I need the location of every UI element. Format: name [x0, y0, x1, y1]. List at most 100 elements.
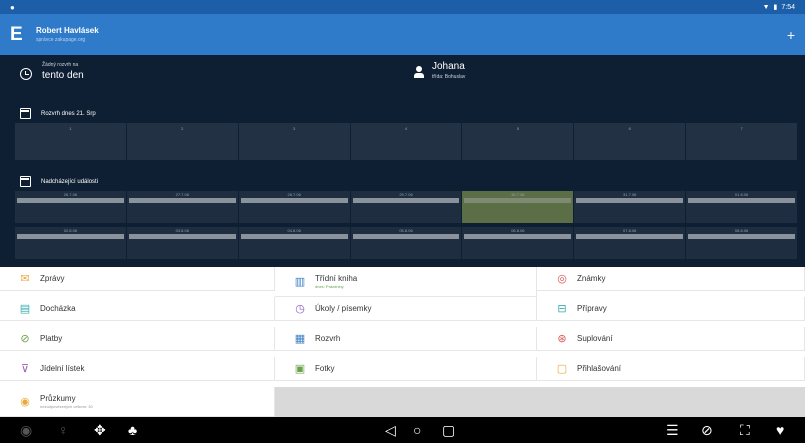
- menu-item-fotky[interactable]: ▣ Fotky: [275, 357, 537, 381]
- grid-icon: ▦: [294, 332, 306, 345]
- event-bar: [464, 234, 572, 239]
- event-cell[interactable]: 26.7.06: [15, 191, 127, 223]
- event-cell[interactable]: 29.7.06: [350, 191, 463, 223]
- event-cell[interactable]: 31.7.06: [574, 191, 687, 223]
- event-bar: [17, 198, 124, 203]
- recents-icon[interactable]: ▢: [442, 417, 455, 443]
- schedule-cell-label: 3: [293, 126, 296, 131]
- event-date: 05.8.06: [399, 228, 413, 233]
- menu-item-platby[interactable]: ⊘ Platby: [0, 327, 275, 351]
- status-icons: ▼ ▮ 7:54: [763, 3, 795, 12]
- menu-item-dochazka[interactable]: ▤ Docházka: [0, 297, 275, 321]
- menu-item-suplovani[interactable]: ⊛ Suplování: [537, 327, 805, 351]
- event-cell[interactable]: 01.8.06: [686, 191, 799, 223]
- event-cell[interactable]: 07.8.06: [574, 227, 687, 259]
- schedule-cell-label: 2: [181, 126, 184, 131]
- grade-icon: ◎: [557, 272, 567, 285]
- event-date: 04.8.06: [287, 228, 301, 233]
- status-bar: ● ▼ ▮ 7:54: [0, 0, 805, 14]
- event-bar: [352, 234, 460, 239]
- home-icon[interactable]: ○: [413, 417, 421, 443]
- events-title: Nadcházející události: [41, 178, 99, 185]
- child-name: Johana: [432, 61, 465, 72]
- schedule-cell-label: 7: [740, 126, 743, 131]
- network-icon[interactable]: ♣: [128, 417, 137, 443]
- menu-item-tridni-kniha[interactable]: ▥ Třídní kniha dnes: Prázdniny: [275, 267, 537, 297]
- schedule-cell[interactable]: 6: [574, 123, 687, 160]
- account-switcher[interactable]: Robert Havlásek správce zakupage.org: [36, 26, 99, 43]
- schedule-status-big: tento den: [42, 70, 84, 81]
- event-date: 26.7.06: [63, 192, 78, 197]
- menu-item-ukoly[interactable]: ◷ Úkoly / písemky: [275, 297, 537, 321]
- app-logo[interactable]: E: [10, 24, 28, 45]
- event-date: 30.7.06: [511, 192, 525, 197]
- add-button[interactable]: +: [787, 28, 795, 42]
- schedule-cell[interactable]: 3: [238, 123, 351, 160]
- back-icon[interactable]: ◁: [385, 417, 396, 443]
- briefcase-icon: ⊟: [557, 302, 567, 315]
- event-cell[interactable]: 04.8.06: [238, 227, 351, 259]
- photo-icon: ▣: [294, 362, 306, 375]
- substitute-icon: ⊛: [557, 332, 567, 345]
- gamepad-icon[interactable]: ✥: [94, 417, 106, 443]
- event-date: 01.8.06: [734, 192, 749, 197]
- event-bar: [240, 234, 348, 239]
- child-selector[interactable]: Johana třída: Bohuslav: [414, 61, 465, 80]
- menu-item-rozvrh[interactable]: ▦ Rozvrh: [275, 327, 537, 351]
- schedule-cell-label: 5: [516, 126, 519, 131]
- menu-item-znamky[interactable]: ◎ Známky: [537, 267, 805, 291]
- menu-icon[interactable]: ☰: [666, 417, 679, 443]
- glass-icon: ⊽: [20, 362, 30, 375]
- envelope-icon: ✉: [20, 272, 30, 285]
- clock-task-icon: ◷: [295, 302, 305, 315]
- menu-item-prihlasovani[interactable]: ▢ Přihlašování: [537, 357, 805, 381]
- survey-icon: ◉: [20, 395, 30, 408]
- event-cell[interactable]: 08.8.06: [686, 227, 799, 259]
- schedule-cell[interactable]: 7: [686, 123, 799, 160]
- paperclip-icon: ⊘: [20, 332, 30, 345]
- schedule-cell[interactable]: 2: [126, 123, 239, 160]
- event-date: 02.8.06: [63, 228, 78, 233]
- event-date: 08.8.06: [734, 228, 749, 233]
- event-date: 27.7.06: [175, 192, 189, 197]
- camera-icon[interactable]: ◉: [20, 417, 32, 443]
- menu-item-pruzkumy[interactable]: ◉ Průzkumy nezodpovězených celkem: 30: [0, 387, 275, 417]
- menu-item-jidelni-listek[interactable]: ⊽ Jídelní lístek: [0, 357, 275, 381]
- schedule-cell[interactable]: 4: [350, 123, 463, 160]
- event-cell[interactable]: 06.8.06: [462, 227, 575, 259]
- event-cell[interactable]: 27.7.06: [126, 191, 239, 223]
- menu-label: Přihlašování: [577, 364, 622, 373]
- event-date: 28.7.06: [287, 192, 301, 197]
- menu-label: Průzkumy: [40, 394, 76, 403]
- fullscreen-icon[interactable]: ⛶: [740, 417, 750, 443]
- schedule-status-small: Žádný rozvrh na: [42, 62, 79, 68]
- event-bar: [688, 234, 796, 239]
- schedule-title: Rozvrh dnes 21. Srp: [41, 110, 96, 117]
- schedule-cell[interactable]: 1: [15, 123, 127, 160]
- events-row-2: 02.8.06 03.8.06 04.8.06 05.8.06 06.8.06 …: [15, 227, 799, 259]
- event-calendar-icon: [20, 176, 31, 187]
- event-cell[interactable]: 05.8.06: [350, 227, 463, 259]
- menu-item-zpravy[interactable]: ✉ Zprávy: [0, 267, 275, 291]
- user-name: Robert Havlásek: [36, 26, 99, 35]
- event-cell[interactable]: 03.8.06: [126, 227, 239, 259]
- rotate-icon[interactable]: ⊘: [701, 417, 713, 443]
- info-row: Žádný rozvrh na tento den Johana třída: …: [0, 55, 805, 99]
- event-cell-today[interactable]: 30.7.06: [462, 191, 575, 223]
- menu-label: Platby: [40, 334, 63, 343]
- event-date: 29.7.06: [399, 192, 413, 197]
- event-date: 07.8.06: [623, 228, 637, 233]
- event-cell[interactable]: 02.8.06: [15, 227, 127, 259]
- clipboard-icon: ▢: [556, 362, 568, 375]
- schedule-cell-label: 4: [404, 126, 408, 131]
- heart-icon[interactable]: ♥: [776, 417, 784, 443]
- microphone-icon[interactable]: ♀: [58, 417, 69, 443]
- calendar-icon: [20, 108, 31, 119]
- user-subtitle: správce zakupage.org: [36, 37, 86, 43]
- schedule-status[interactable]: Žádný rozvrh na tento den: [20, 62, 84, 81]
- menu-item-pripravy[interactable]: ⊟ Přípravy: [537, 297, 805, 321]
- schedule-cell[interactable]: 5: [462, 123, 575, 160]
- status-time: 7:54: [781, 3, 795, 11]
- event-cell[interactable]: 28.7.06: [238, 191, 351, 223]
- schedule-cell-label: 6: [628, 126, 631, 131]
